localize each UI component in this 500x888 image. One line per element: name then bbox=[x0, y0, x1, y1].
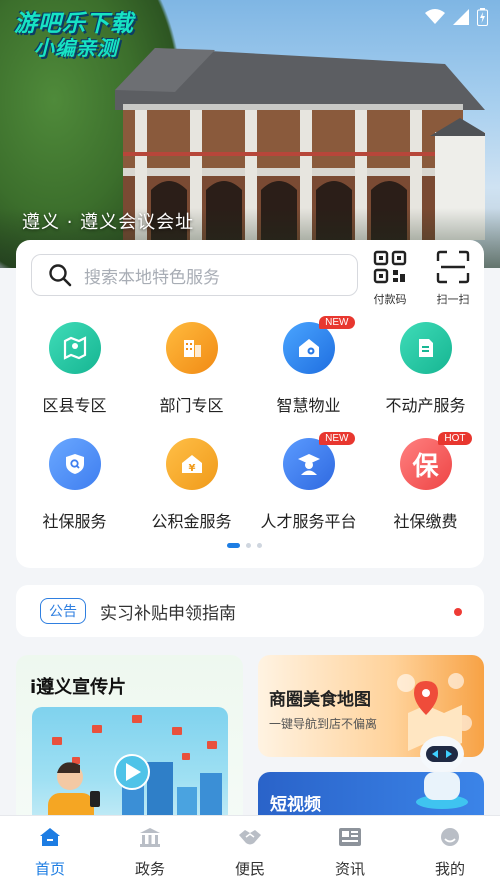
location-caption: 遵义 · 遵义会议会址 bbox=[22, 212, 195, 233]
service-housing-fund[interactable]: ¥ 公积金服务 bbox=[133, 438, 250, 532]
service-label: 智慧物业 bbox=[276, 396, 341, 415]
tab-label: 资讯 bbox=[334, 860, 365, 878]
scan-icon bbox=[436, 250, 470, 284]
tab-mine[interactable]: 我的 bbox=[400, 816, 500, 888]
tab-label: 首页 bbox=[34, 860, 65, 878]
cellular-signal-icon bbox=[453, 9, 469, 25]
food-map-title: 商圈美食地图 bbox=[269, 690, 371, 710]
bottom-tab-bar: 首页 政务 便民 资讯 我的 bbox=[0, 815, 500, 888]
service-card: 搜索本地特色服务 付款码 扫一扫 区县专区 部门专区 NEW 智慧物业 不动产服… bbox=[16, 240, 484, 568]
home-icon bbox=[40, 828, 60, 846]
bao-glyph: 保 bbox=[412, 451, 439, 482]
promo-video-card[interactable]: i遵义宣传片 bbox=[16, 655, 243, 825]
service-county-zone[interactable]: 区县专区 bbox=[16, 322, 133, 416]
service-department-zone[interactable]: 部门专区 bbox=[133, 322, 250, 416]
search-input[interactable]: 搜索本地特色服务 bbox=[31, 254, 358, 296]
service-label: 社保缴费 bbox=[393, 512, 458, 531]
watermark-logo: 游吧乐下载 小编亲测 bbox=[14, 11, 134, 61]
news-icon bbox=[339, 828, 361, 846]
shield-search-icon bbox=[48, 438, 101, 490]
hot-badge: HOT bbox=[438, 432, 472, 445]
service-label: 部门专区 bbox=[159, 396, 224, 415]
search-placeholder: 搜索本地特色服务 bbox=[84, 267, 220, 288]
tab-label: 我的 bbox=[434, 860, 465, 878]
page-dot bbox=[246, 543, 251, 548]
svg-text:¥: ¥ bbox=[188, 463, 195, 474]
hero-banner[interactable]: 游吧乐下载 小编亲测 遵义 · 遵义会议会址 bbox=[0, 0, 500, 268]
unread-dot bbox=[454, 608, 462, 616]
service-label: 区县专区 bbox=[42, 396, 107, 415]
service-social-payment[interactable]: 保 HOT 社保缴费 bbox=[367, 432, 484, 532]
short-video-title: 短视频 bbox=[270, 795, 321, 815]
food-map-subtitle: 一键导航到店不偏离 bbox=[269, 717, 378, 731]
promo-illustration bbox=[32, 707, 228, 825]
page-dot bbox=[257, 543, 262, 548]
service-label: 社保服务 bbox=[42, 512, 107, 531]
tab-convenience[interactable]: 便民 bbox=[200, 816, 300, 888]
new-badge: NEW bbox=[319, 316, 355, 329]
battery-icon bbox=[477, 8, 488, 26]
tab-home[interactable]: 首页 bbox=[0, 816, 100, 888]
payment-code-button[interactable]: 付款码 bbox=[365, 250, 415, 307]
qr-code-icon bbox=[373, 250, 407, 284]
tab-news[interactable]: 资讯 bbox=[300, 816, 400, 888]
scan-button[interactable]: 扫一扫 bbox=[428, 250, 478, 307]
service-smart-property[interactable]: NEW 智慧物业 bbox=[250, 316, 367, 416]
service-real-estate[interactable]: 不动产服务 bbox=[367, 322, 484, 416]
yuan-house-icon: ¥ bbox=[165, 438, 218, 490]
bao-icon: 保 HOT bbox=[399, 432, 472, 490]
promo-video-title: i遵义宣传片 bbox=[30, 677, 127, 698]
scan-label: 扫一扫 bbox=[436, 293, 470, 306]
house-gear-icon: NEW bbox=[282, 316, 355, 374]
building-icon bbox=[165, 322, 218, 374]
page-dot-active bbox=[227, 543, 240, 548]
new-badge: NEW bbox=[319, 432, 355, 445]
service-label: 公积金服务 bbox=[151, 512, 232, 531]
service-label: 人才服务平台 bbox=[260, 512, 357, 531]
status-bar bbox=[425, 8, 488, 26]
handshake-icon bbox=[239, 830, 261, 845]
service-label: 不动产服务 bbox=[385, 396, 466, 415]
announcement-tag: 公告 bbox=[40, 598, 86, 624]
logo-line1: 游吧乐下载 bbox=[14, 11, 134, 37]
tab-label: 政务 bbox=[134, 860, 165, 878]
service-social-security[interactable]: 社保服务 bbox=[16, 438, 133, 532]
announcement-text: 实习补贴申领指南 bbox=[100, 603, 236, 624]
government-icon bbox=[140, 828, 160, 847]
graduate-icon: NEW bbox=[282, 432, 355, 490]
tab-label: 便民 bbox=[234, 860, 265, 878]
map-icon bbox=[48, 322, 101, 374]
payment-code-label: 付款码 bbox=[373, 293, 407, 306]
document-icon bbox=[399, 322, 452, 374]
robot-mascot-icon bbox=[416, 736, 468, 809]
wifi-icon bbox=[425, 9, 445, 24]
search-icon bbox=[49, 264, 72, 287]
service-talent-platform[interactable]: NEW 人才服务平台 bbox=[250, 432, 367, 532]
tab-government[interactable]: 政务 bbox=[100, 816, 200, 888]
user-icon bbox=[441, 828, 459, 846]
announcement-bar[interactable]: 公告 实习补贴申领指南 bbox=[16, 585, 484, 637]
logo-line2: 小编亲测 bbox=[34, 36, 118, 61]
page-indicator bbox=[227, 543, 262, 548]
